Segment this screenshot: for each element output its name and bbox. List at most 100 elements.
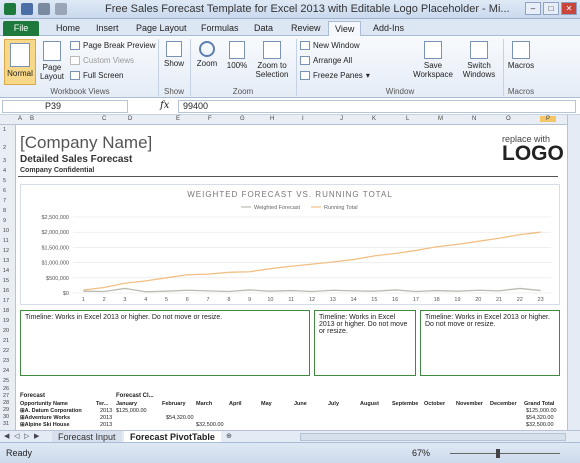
page-break-preview-button[interactable]: Page Break Preview [70,41,155,50]
maximize-icon[interactable]: □ [543,2,559,15]
confidential-label[interactable]: Company Confidential [20,167,94,174]
row-header[interactable]: 18 [3,308,9,314]
pivot-col-header[interactable]: February [162,401,186,407]
pivot-col-header[interactable]: January [116,401,137,407]
row-header[interactable]: 2 [3,145,6,151]
pivot-col-header[interactable]: Ter... [96,401,108,407]
pivot-col-header[interactable]: June [294,401,307,407]
row-header[interactable]: 9 [3,218,6,224]
column-header[interactable]: G [240,116,245,122]
freeze-panes-button[interactable]: Freeze Panes ▾ [300,71,370,80]
tab-file[interactable]: File [3,21,39,36]
zoom-button[interactable]: Zoom [193,41,221,68]
macros-button[interactable]: Macros [506,41,536,70]
row-header[interactable]: 12 [3,248,9,254]
new-window-button[interactable]: New Window [300,41,360,50]
pivot-col-header[interactable]: Opportunity Name [20,401,68,407]
column-header-selected[interactable]: P [540,116,557,122]
tab-formulas[interactable]: Formulas [195,21,245,36]
row-header[interactable]: 23 [3,358,9,364]
full-screen-button[interactable]: Full Screen [70,71,123,80]
row-header[interactable]: 27 [3,393,9,399]
column-header[interactable]: L [406,116,409,122]
timeline-slicer-2[interactable]: Timeline: Works in Excel 2013 or higher.… [314,310,416,376]
tab-data[interactable]: Data [248,21,279,36]
row-header[interactable]: 25 [3,378,9,384]
row-header[interactable]: 24 [3,368,9,374]
row-header[interactable]: 5 [3,178,6,184]
row-header[interactable]: 21 [3,338,9,344]
tab-review[interactable]: Review [285,21,327,36]
row-header[interactable]: 14 [3,268,9,274]
tab-home[interactable]: Home [50,21,86,36]
formula-input[interactable]: 99400 [178,100,576,113]
vertical-scrollbar[interactable] [567,115,580,430]
column-header[interactable]: H [270,116,274,122]
company-name[interactable]: [Company Name] [20,133,152,153]
timeline-slicer-3[interactable]: Timeline: Works in Excel 2013 or higher.… [420,310,560,376]
row-header[interactable]: 11 [3,238,9,244]
row-header[interactable]: 30 [3,414,9,420]
horizontal-scrollbar[interactable] [300,433,566,441]
pivot-col-header[interactable]: December [490,401,517,407]
row-header[interactable]: 19 [3,318,9,324]
zoom-slider-handle[interactable] [496,449,500,458]
pivot-col-header[interactable]: August [360,401,379,407]
column-header[interactable]: M [438,116,443,122]
pivot-col-header[interactable]: Grand Total [524,401,554,407]
new-sheet-icon[interactable]: ⊕ [226,432,232,440]
prev-sheet-icon[interactable]: ◁ [14,432,19,440]
column-header[interactable]: O [506,116,511,122]
pivot-row[interactable]: ⊞ Alpine Ski House 2013 $32,500.00 $32,5… [16,422,567,430]
row-header[interactable]: 20 [3,328,9,334]
chart[interactable]: WEIGHTED FORECAST VS. RUNNING TOTAL $2,5… [20,184,560,305]
row-header[interactable]: 15 [3,278,9,284]
first-sheet-icon[interactable]: ◀ [4,432,9,440]
undo-icon[interactable] [38,3,50,15]
pivot-col-header[interactable]: November [456,401,483,407]
column-header[interactable]: I [302,116,304,122]
row-header[interactable]: 7 [3,198,6,204]
row-header[interactable]: 3 [3,158,6,164]
switch-windows-button[interactable]: Switch Windows [458,41,500,79]
zoom-level[interactable]: 67% [412,448,430,458]
pivot-col-header[interactable]: July [328,401,339,407]
redo-icon[interactable] [55,3,67,15]
column-header[interactable]: D [128,116,132,122]
arrange-all-button[interactable]: Arrange All [300,56,352,65]
row-header[interactable]: 26 [3,386,9,392]
pivot-header-forecast-class[interactable]: Forecast Cl... [116,393,154,399]
pivot-col-header[interactable]: Septembe [392,401,418,407]
row-header[interactable]: 29 [3,407,9,413]
tab-insert[interactable]: Insert [90,21,125,36]
save-workspace-button[interactable]: Save Workspace [410,41,456,79]
row-header[interactable]: 4 [3,168,6,174]
column-header[interactable]: C [102,116,106,122]
zoom-100-button[interactable]: 100% [224,41,250,70]
row-header[interactable]: 31 [3,421,9,427]
worksheet[interactable]: [Company Name] Detailed Sales Forecast C… [16,125,567,430]
minimize-icon[interactable]: – [525,2,541,15]
column-header[interactable]: F [208,116,212,122]
row-header[interactable]: 28 [3,400,9,406]
normal-view-button[interactable]: Normal [4,39,36,85]
page-layout-button[interactable]: Page Layout [38,41,66,81]
column-header[interactable]: B [30,116,34,122]
close-icon[interactable]: ✕ [561,2,577,15]
row-header[interactable]: 1 [3,127,6,133]
row-header[interactable]: 6 [3,188,6,194]
fx-icon[interactable]: fx [160,100,169,111]
row-header[interactable]: 10 [3,228,9,234]
pivot-col-header[interactable]: April [229,401,242,407]
name-box[interactable]: P39 [2,100,128,113]
custom-views-button[interactable]: Custom Views [70,56,134,65]
column-header[interactable]: J [340,116,343,122]
row-header[interactable]: 17 [3,298,9,304]
tab-view[interactable]: View [328,21,362,36]
pivot-col-header[interactable]: October [424,401,445,407]
column-header[interactable]: N [472,116,476,122]
row-header[interactable]: 8 [3,208,6,214]
column-header[interactable]: A [18,116,22,122]
last-sheet-icon[interactable]: ▶ [34,432,39,440]
column-header[interactable]: E [176,116,180,122]
